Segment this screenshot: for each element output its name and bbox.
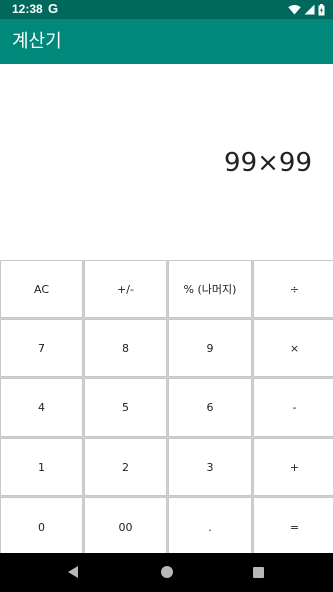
multiply-button[interactable]: × — [253, 319, 333, 377]
navigation-bar — [0, 553, 333, 592]
status-time: 12:38 — [12, 2, 43, 16]
status-bar: 12:38 G — [0, 0, 333, 19]
sign-toggle-button[interactable]: +/- — [84, 260, 167, 318]
double-zero-button[interactable]: 00 — [84, 497, 167, 557]
home-icon[interactable] — [161, 566, 173, 578]
battery-icon — [318, 3, 325, 15]
digit-6-button[interactable]: 6 — [168, 378, 252, 437]
back-icon[interactable] — [68, 566, 78, 578]
digit-8-button[interactable]: 8 — [84, 319, 167, 377]
app-bar: 계산기 — [0, 19, 333, 64]
digit-5-button[interactable]: 5 — [84, 378, 167, 437]
recents-icon[interactable] — [253, 567, 264, 578]
divide-button[interactable]: ÷ — [253, 260, 333, 318]
google-icon: G — [48, 1, 59, 16]
status-icons — [288, 2, 325, 17]
display-area: 99×99 — [0, 64, 333, 260]
digit-3-button[interactable]: 3 — [168, 438, 252, 496]
add-button[interactable]: + — [253, 438, 333, 496]
keypad: AC +/- % (나머지) ÷ 7 8 9 × 4 5 6 - 1 2 3 +… — [0, 260, 333, 557]
digit-0-button[interactable]: 0 — [0, 497, 83, 557]
digit-4-button[interactable]: 4 — [0, 378, 83, 437]
digit-9-button[interactable]: 9 — [168, 319, 252, 377]
digit-7-button[interactable]: 7 — [0, 319, 83, 377]
digit-2-button[interactable]: 2 — [84, 438, 167, 496]
decimal-point-button[interactable]: . — [168, 497, 252, 557]
clear-button[interactable]: AC — [0, 260, 83, 318]
subtract-button[interactable]: - — [253, 378, 333, 437]
digit-1-button[interactable]: 1 — [0, 438, 83, 496]
signal-icon — [304, 4, 315, 15]
app-title: 계산기 — [12, 31, 62, 52]
wifi-icon — [288, 4, 301, 15]
equals-button[interactable]: = — [253, 497, 333, 557]
modulo-button[interactable]: % (나머지) — [168, 260, 252, 318]
expression-display: 99×99 — [224, 148, 312, 178]
